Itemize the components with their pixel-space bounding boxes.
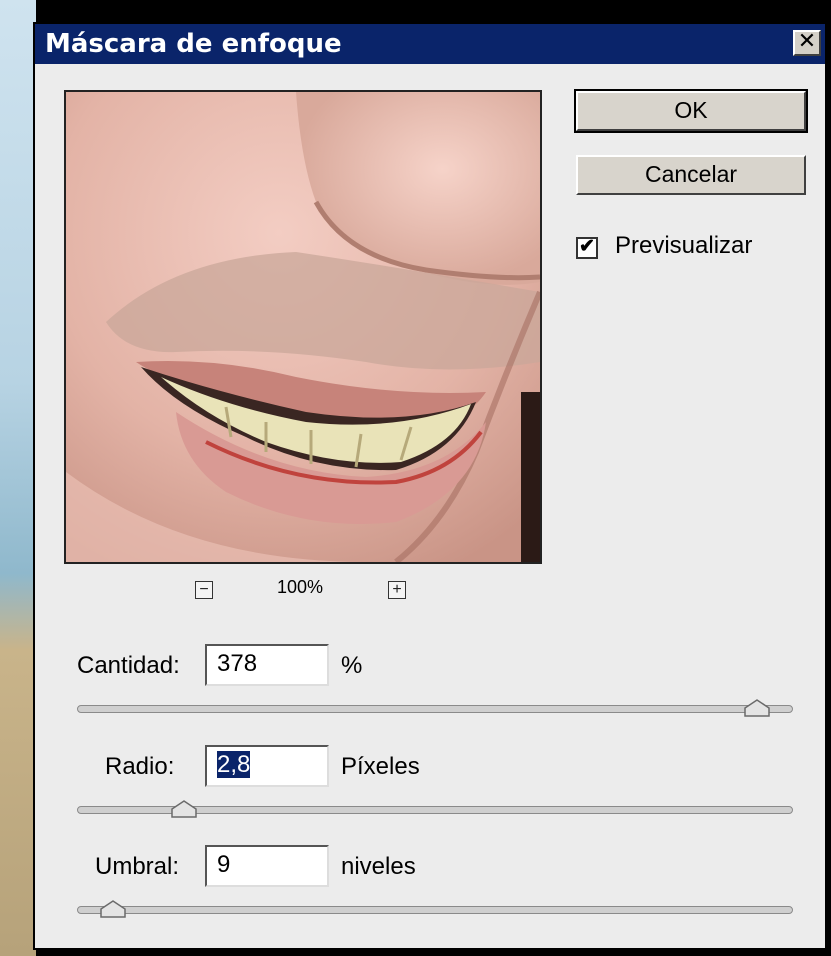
radius-input[interactable]: 2,8 — [205, 745, 329, 787]
threshold-unit: niveles — [341, 853, 416, 880]
threshold-slider-thumb[interactable] — [100, 900, 126, 918]
dialog-title: Máscara de enfoque — [45, 29, 342, 59]
dialog-titlebar[interactable]: Máscara de enfoque ✕ — [35, 24, 825, 64]
plus-icon: + — [392, 581, 402, 598]
threshold-label: Umbral: — [95, 853, 180, 880]
amount-value: 378 — [217, 650, 258, 677]
ok-button[interactable]: OK — [574, 89, 808, 133]
close-button[interactable]: ✕ — [793, 30, 821, 56]
preview-image[interactable] — [64, 90, 542, 564]
threshold-input[interactable]: 9 — [205, 845, 329, 887]
zoom-in-button[interactable]: + — [388, 581, 406, 599]
radius-slider-thumb[interactable] — [171, 800, 198, 818]
zoom-level: 100% — [276, 577, 324, 597]
preview-checkbox[interactable]: ✔ — [576, 237, 598, 259]
amount-unit: % — [341, 652, 363, 679]
amount-slider-track[interactable] — [77, 705, 793, 713]
amount-slider-thumb[interactable] — [744, 699, 770, 717]
zoom-out-button[interactable]: − — [195, 581, 213, 599]
amount-label: Cantidad: — [77, 652, 180, 679]
preview-checkbox-label[interactable]: Previsualizar — [615, 232, 752, 260]
amount-input[interactable]: 378 — [205, 644, 329, 686]
radius-label: Radio: — [105, 753, 175, 780]
close-icon: ✕ — [797, 29, 817, 54]
threshold-value: 9 — [217, 851, 231, 878]
minus-icon: − — [199, 581, 209, 598]
checkmark-icon: ✔ — [579, 236, 595, 257]
threshold-slider-track[interactable] — [77, 906, 793, 914]
unsharp-mask-dialog: Máscara de enfoque ✕ − 100% + OK Cancela… — [33, 22, 827, 950]
background-image-strip — [0, 0, 36, 956]
cancel-button[interactable]: Cancelar — [576, 155, 806, 195]
radius-unit: Píxeles — [341, 753, 420, 780]
face-preview-drawing — [66, 92, 540, 562]
radius-value: 2,8 — [217, 751, 251, 778]
